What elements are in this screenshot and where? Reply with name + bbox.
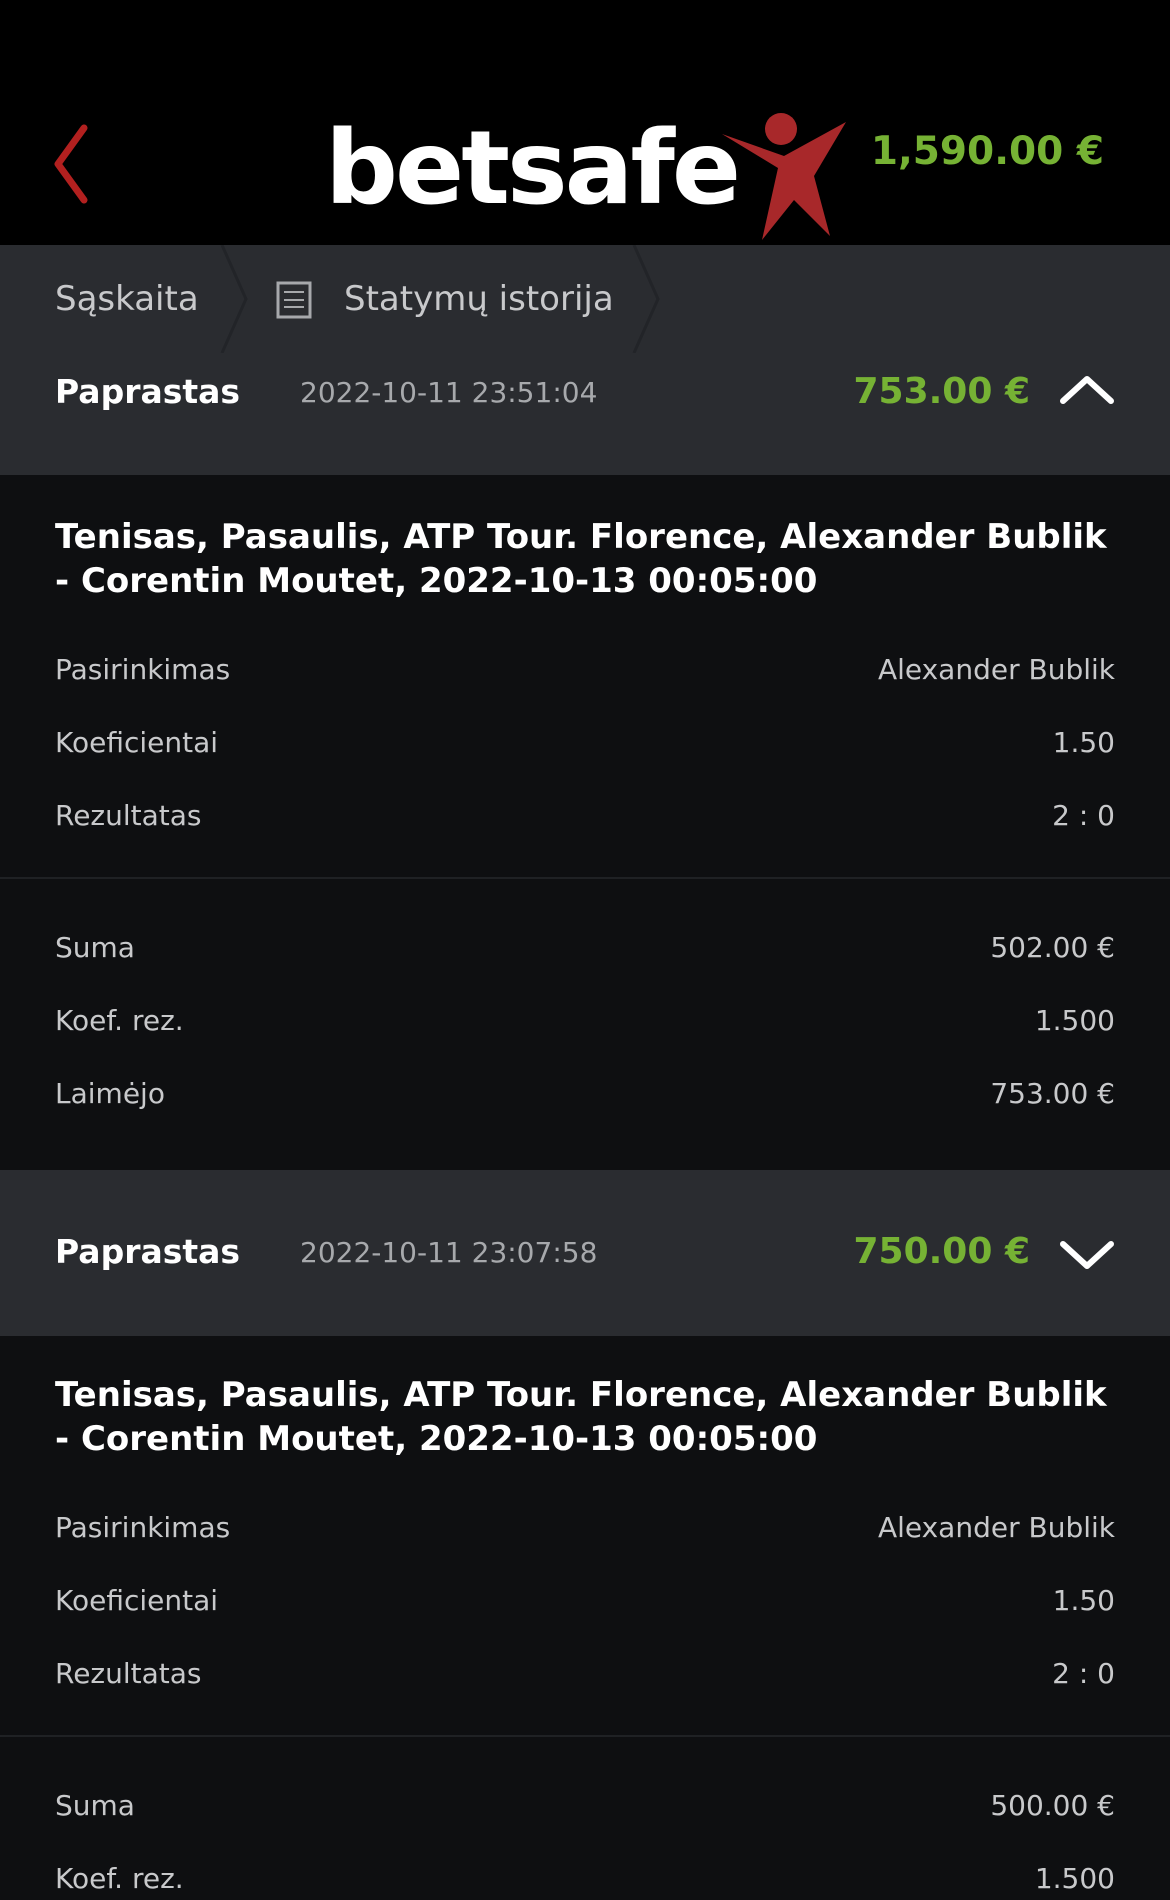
app-header: betsafe 1,590.00 € bbox=[0, 0, 1170, 245]
breadcrumb-separator-icon bbox=[220, 245, 248, 353]
stake-label: Suma bbox=[55, 1789, 135, 1822]
divider bbox=[0, 1735, 1170, 1737]
chevron-up-icon[interactable] bbox=[1059, 373, 1115, 405]
breadcrumb-item-account[interactable]: Sąskaita bbox=[55, 245, 199, 353]
account-balance: 1,590.00 € bbox=[870, 129, 1104, 174]
logo-wordmark: betsafe bbox=[325, 109, 741, 228]
selection-value: Alexander Bublik bbox=[877, 1511, 1115, 1544]
result-label: Rezultatas bbox=[55, 1657, 202, 1690]
selection-value: Alexander Bublik bbox=[877, 653, 1115, 686]
list-document-icon bbox=[276, 281, 312, 319]
event-title: Tenisas, Pasaulis, ATP Tour. Florence, A… bbox=[55, 1375, 1107, 1459]
total-odds-value: 1.500 bbox=[1034, 1004, 1115, 1037]
total-odds-value: 1.500 bbox=[1034, 1862, 1115, 1895]
star-figure-logo-icon bbox=[722, 113, 846, 240]
odds-label: Koeficientai bbox=[55, 1584, 219, 1617]
total-odds-label: Koef. rez. bbox=[55, 1862, 184, 1895]
divider bbox=[0, 877, 1170, 879]
bet-date: 2022-10-11 23:51:04 bbox=[300, 376, 598, 409]
result-value: 2 : 0 bbox=[1052, 799, 1115, 832]
bet-details: Tenisas, Pasaulis, ATP Tour. Florence, A… bbox=[0, 1336, 1170, 1900]
breadcrumb: Sąskaita Statymų istorija bbox=[0, 245, 1170, 353]
bet-type: Paprastas bbox=[55, 372, 241, 411]
winnings-label: Laimėjo bbox=[55, 1077, 165, 1110]
event-title: Tenisas, Pasaulis, ATP Tour. Florence, A… bbox=[55, 517, 1107, 601]
stake-value: 500.00 € bbox=[990, 1789, 1115, 1822]
back-button[interactable] bbox=[44, 118, 104, 210]
selection-label: Pasirinkimas bbox=[55, 653, 231, 686]
stake-value: 502.00 € bbox=[990, 931, 1115, 964]
breadcrumb-item-bet-history[interactable]: Statymų istorija bbox=[344, 245, 614, 353]
breadcrumb-separator-icon bbox=[632, 245, 660, 353]
odds-value: 1.50 bbox=[1052, 1584, 1115, 1617]
chevron-left-icon bbox=[54, 124, 88, 204]
betsafe-logo[interactable]: betsafe bbox=[325, 109, 846, 242]
odds-label: Koeficientai bbox=[55, 726, 219, 759]
odds-value: 1.50 bbox=[1052, 726, 1115, 759]
chevron-down-icon[interactable] bbox=[1059, 1238, 1115, 1270]
result-value: 2 : 0 bbox=[1052, 1657, 1115, 1690]
winnings-value: 753.00 € bbox=[990, 1077, 1115, 1110]
result-label: Rezultatas bbox=[55, 799, 202, 832]
bet-date: 2022-10-11 23:07:58 bbox=[300, 1236, 598, 1269]
selection-label: Pasirinkimas bbox=[55, 1511, 231, 1544]
bet-header-row[interactable]: Paprastas 2022-10-11 23:51:04 753.00 € bbox=[0, 353, 1170, 475]
bet-amount: 753.00 € bbox=[853, 371, 1030, 412]
bet-header-row[interactable]: Paprastas 2022-10-11 23:07:58 750.00 € bbox=[0, 1170, 1170, 1336]
bet-details: Tenisas, Pasaulis, ATP Tour. Florence, A… bbox=[0, 475, 1170, 1170]
bet-amount: 750.00 € bbox=[853, 1231, 1030, 1272]
total-odds-label: Koef. rez. bbox=[55, 1004, 184, 1037]
stake-label: Suma bbox=[55, 931, 135, 964]
bet-type: Paprastas bbox=[55, 1232, 241, 1271]
